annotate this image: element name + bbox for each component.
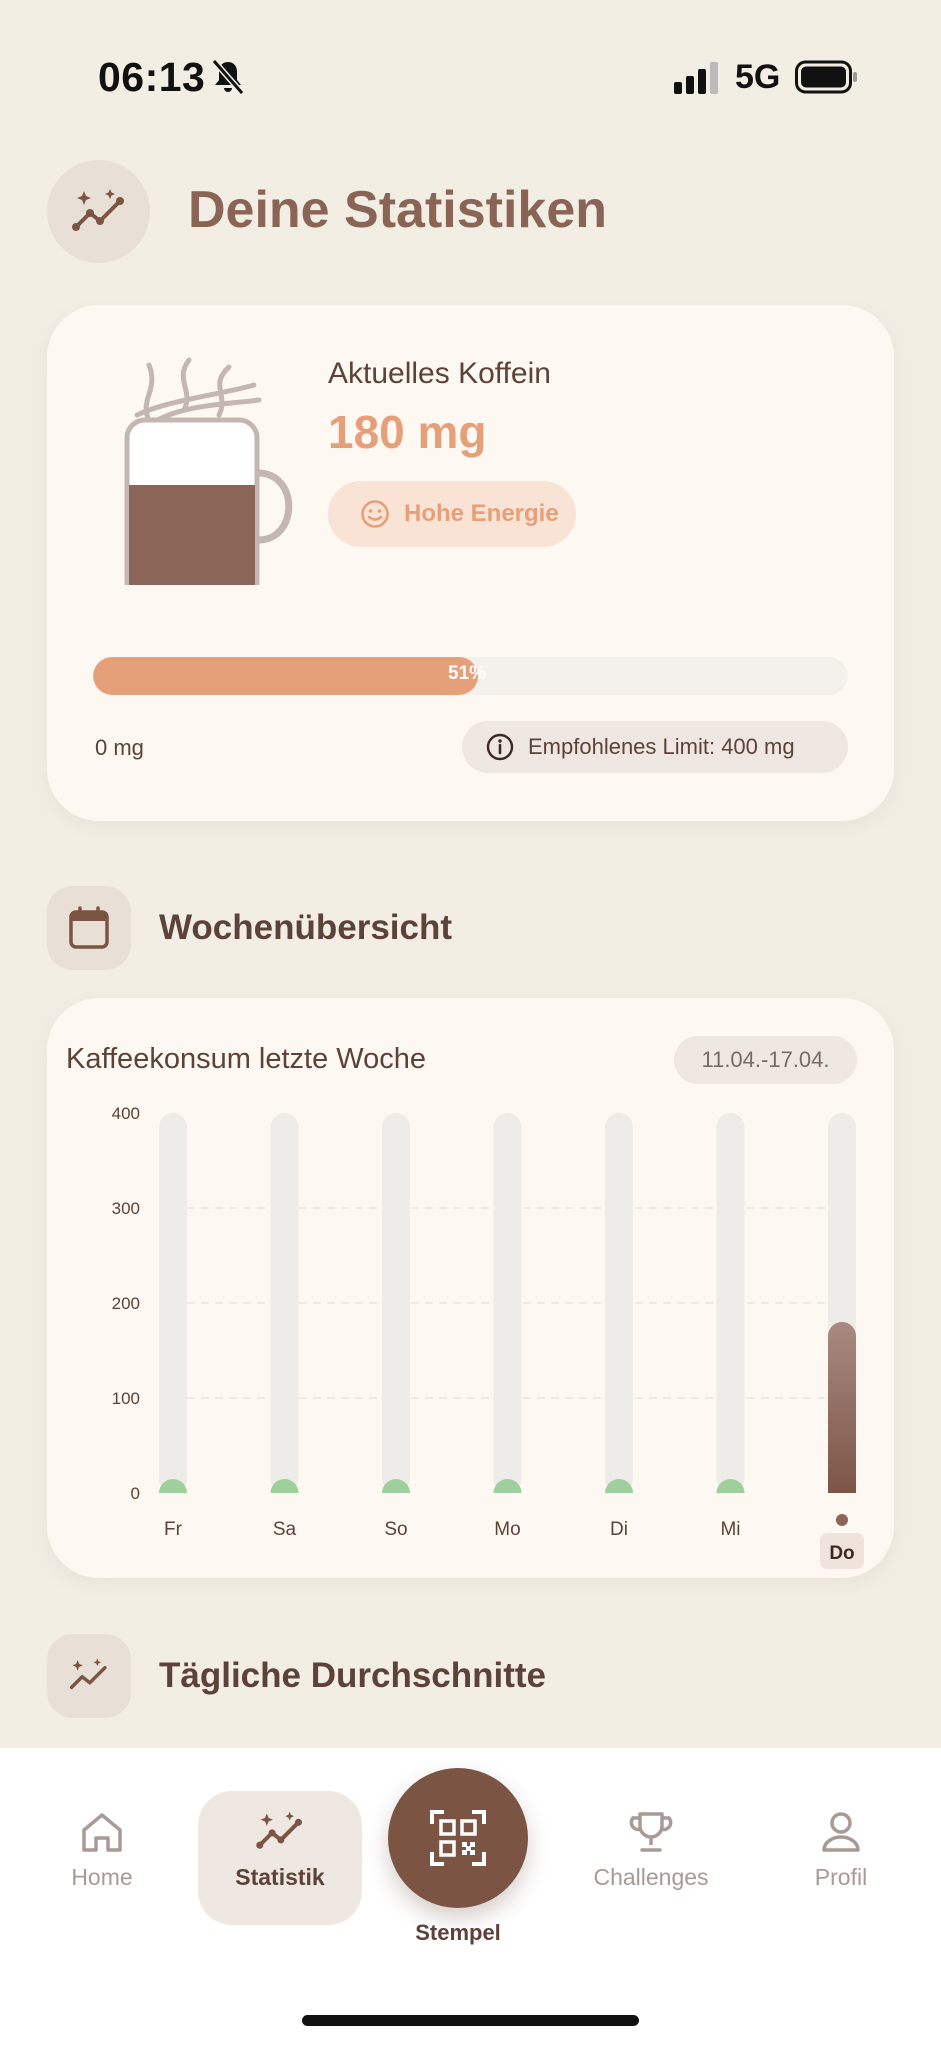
- calendar-icon: [69, 906, 109, 949]
- bar-track: [382, 1113, 410, 1493]
- stats-sparkle-icon: [71, 188, 124, 231]
- nav-statistik-label: Statistik: [235, 1864, 325, 1890]
- y-tick-label: 200: [112, 1294, 140, 1313]
- battery-icon: [795, 60, 857, 94]
- nav-profil[interactable]: Profil: [798, 1810, 884, 1891]
- status-time: 06:13: [98, 54, 206, 100]
- x-tick-label-so: So: [384, 1519, 407, 1540]
- status-bar: 06:13 5G: [0, 0, 941, 150]
- caffeine-value: 180 mg: [328, 406, 487, 458]
- x-tick-label-fr: Fr: [164, 1519, 183, 1540]
- y-tick-label: 100: [112, 1389, 140, 1408]
- progress-percent: 51%: [448, 663, 487, 684]
- smile-icon: [361, 500, 389, 528]
- header-icon-badge: [47, 160, 150, 263]
- energy-badge: Hohe Energie: [328, 481, 576, 547]
- bar-track: [493, 1113, 522, 1493]
- caffeine-card: Aktuelles Koffein 180 mg Hohe Energie 51…: [47, 305, 894, 821]
- user-icon: [822, 1812, 860, 1852]
- trophy-icon: [629, 1812, 673, 1852]
- energy-label: Hohe Energie: [404, 500, 559, 527]
- week-chart-card: Kaffeekonsum letzte Woche 11.04.-17.04. …: [47, 998, 894, 1578]
- stats-sparkle-icon: [256, 1811, 302, 1849]
- stamp-label: Stempel: [415, 1920, 501, 1945]
- caffeine-progress-fill: 51%: [93, 657, 486, 695]
- y-tick-label: 300: [112, 1199, 140, 1218]
- averages-section-title: Tägliche Durchschnitte: [159, 1656, 547, 1695]
- progress-min-label: 0 mg: [95, 735, 144, 760]
- x-tick-label-sa: Sa: [273, 1519, 297, 1540]
- y-tick-label: 400: [112, 1104, 140, 1123]
- x-tick-label-di: Di: [610, 1519, 628, 1540]
- week-bar-chart: 0 100 200 300 400 Fr Sa So Mo Di Mi Do: [112, 1104, 864, 1569]
- nav-home-label: Home: [71, 1864, 133, 1890]
- bell-off-icon: [211, 59, 245, 95]
- nav-challenges-label: Challenges: [593, 1864, 709, 1890]
- stamp-scan-button[interactable]: [388, 1768, 528, 1908]
- x-tick-label-do: Do: [829, 1543, 854, 1564]
- qr-code-icon: [430, 1810, 486, 1866]
- today-dot: [836, 1514, 848, 1526]
- home-icon: [82, 1813, 122, 1852]
- limit-label: Empfohlenes Limit: 400 mg: [528, 734, 795, 759]
- signal-icon: [674, 62, 718, 94]
- week-section-icon-badge: [47, 886, 131, 970]
- coffee-mug-illustration: [124, 357, 293, 585]
- page-title: Deine Statistiken: [188, 181, 608, 239]
- info-icon: [486, 733, 514, 761]
- limit-badge[interactable]: Empfohlenes Limit: 400 mg: [462, 721, 848, 773]
- bar-track: [270, 1113, 299, 1493]
- bar-track: [716, 1113, 745, 1493]
- averages-section-icon-badge: [47, 1634, 131, 1718]
- bar-do: [828, 1322, 856, 1493]
- home-indicator: [302, 2015, 639, 2026]
- nav-profil-label: Profil: [814, 1864, 868, 1890]
- y-tick-label: 0: [131, 1484, 140, 1503]
- x-tick-label-mi: Mi: [720, 1519, 740, 1540]
- network-label: 5G: [735, 58, 781, 96]
- week-section-title: Wochenübersicht: [159, 908, 453, 947]
- x-tick-label-mo: Mo: [494, 1519, 520, 1540]
- bar-track: [605, 1113, 633, 1493]
- caffeine-progress-bar: 51%: [93, 657, 848, 695]
- nav-statistik[interactable]: Statistik: [218, 1810, 342, 1891]
- caffeine-label: Aktuelles Koffein: [328, 357, 551, 390]
- stats-sparkle-icon: [69, 1658, 107, 1690]
- nav-home[interactable]: Home: [60, 1810, 144, 1891]
- nav-challenges[interactable]: Challenges: [580, 1810, 722, 1891]
- bar-track: [159, 1113, 187, 1493]
